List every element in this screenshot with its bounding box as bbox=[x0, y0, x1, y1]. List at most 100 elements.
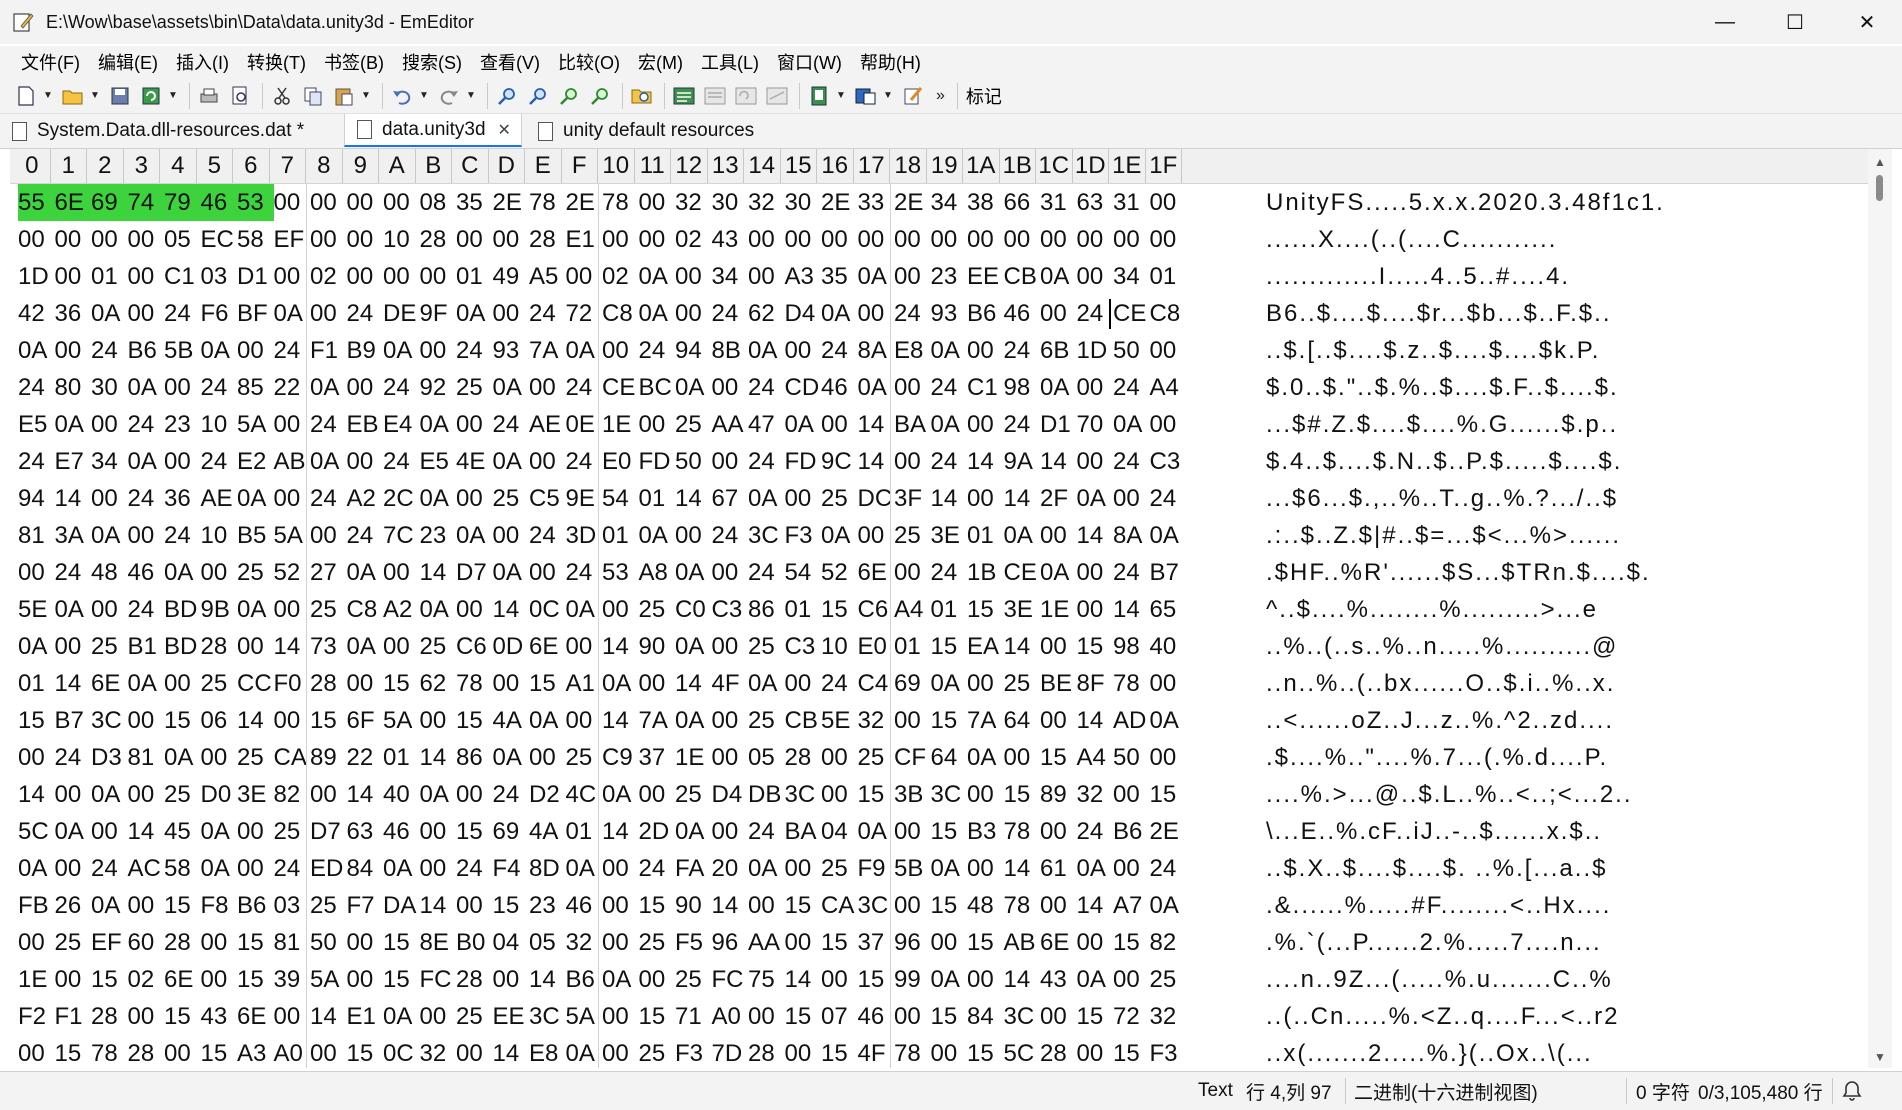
hex-byte[interactable]: 01 bbox=[967, 517, 997, 554]
new-dropdown-icon[interactable]: ▼ bbox=[43, 82, 53, 110]
hex-byte[interactable]: 0A bbox=[201, 813, 231, 850]
redo-icon[interactable] bbox=[435, 82, 463, 110]
hex-byte[interactable]: 00 bbox=[858, 517, 888, 554]
open-folder-icon[interactable] bbox=[59, 82, 87, 110]
hex-byte[interactable]: 15 bbox=[383, 924, 413, 961]
hex-byte[interactable]: 00 bbox=[967, 850, 997, 887]
hex-byte[interactable]: 0A bbox=[529, 702, 559, 739]
hex-byte[interactable]: 24 bbox=[529, 517, 559, 554]
hex-byte[interactable]: F5 bbox=[675, 924, 705, 961]
hex-byte[interactable]: 0A bbox=[639, 295, 669, 332]
hex-byte[interactable]: 00 bbox=[456, 776, 486, 813]
hex-byte[interactable]: 00 bbox=[91, 591, 121, 628]
hex-byte[interactable]: 0A bbox=[931, 961, 961, 998]
hex-byte[interactable]: 00 bbox=[712, 628, 742, 665]
hex-byte[interactable]: FD bbox=[785, 443, 817, 480]
hex-byte[interactable]: 00 bbox=[1040, 702, 1070, 739]
ascii-text[interactable]: ..%..(..s..%..n.....%..........@ bbox=[1266, 628, 1618, 665]
hex-byte[interactable]: 00 bbox=[18, 221, 48, 258]
hex-byte[interactable]: 6E bbox=[529, 628, 559, 665]
hex-byte[interactable]: 0A bbox=[1040, 369, 1070, 406]
hex-byte[interactable]: 14 bbox=[1004, 480, 1034, 517]
hex-byte[interactable]: 30 bbox=[712, 184, 742, 221]
hex-byte[interactable]: 00 bbox=[931, 924, 961, 961]
hex-byte[interactable]: 25 bbox=[55, 924, 85, 961]
hex-byte[interactable]: 15 bbox=[967, 591, 997, 628]
hex-byte[interactable]: 00 bbox=[821, 961, 851, 998]
hex-byte[interactable]: 98 bbox=[1113, 628, 1143, 665]
hex-byte[interactable]: B9 bbox=[347, 332, 377, 369]
hex-byte[interactable]: BD bbox=[164, 628, 197, 665]
hex-byte[interactable]: 00 bbox=[675, 258, 705, 295]
hex-byte[interactable]: 00 bbox=[894, 887, 924, 924]
hex-byte[interactable]: 00 bbox=[18, 739, 48, 776]
hex-byte[interactable]: 01 bbox=[639, 480, 669, 517]
hex-byte[interactable]: E5 bbox=[420, 443, 450, 480]
ascii-text[interactable]: ^..$....%........%.........>...e bbox=[1266, 591, 1598, 628]
hex-byte[interactable]: 0A bbox=[821, 295, 851, 332]
hex-byte[interactable]: E4 bbox=[383, 406, 413, 443]
status-char-count[interactable]: 0 字符 bbox=[1636, 1072, 1690, 1110]
hex-row[interactable]: 5C 0A 00 14 45 0A 00 25 D7 63 46 00 15 69 4A 01 14 2D 0A 00… bbox=[10, 813, 1874, 850]
hex-byte[interactable]: 05 bbox=[164, 221, 194, 258]
ascii-text[interactable]: ....%.>...@..$.L..%..<..;<...2.. bbox=[1266, 776, 1633, 813]
hex-byte[interactable]: F0 bbox=[274, 665, 304, 702]
hex-byte[interactable]: 24 bbox=[1004, 406, 1034, 443]
hex-byte[interactable]: 6E bbox=[164, 961, 194, 998]
hex-row[interactable]: 00 24 48 46 0A 00 25 52 27 0A 00 14 D7 0A 00 24 53 A8 0A 00… bbox=[10, 554, 1874, 591]
hex-byte[interactable]: 00 bbox=[493, 665, 523, 702]
hex-byte[interactable]: 42 bbox=[18, 295, 48, 332]
hex-byte[interactable]: 0C bbox=[529, 591, 560, 628]
hex-byte[interactable]: 0A bbox=[91, 887, 121, 924]
hex-byte[interactable]: E8 bbox=[529, 1035, 559, 1068]
hex-byte[interactable]: 15 bbox=[164, 887, 194, 924]
ascii-text[interactable]: ..x(.......2.....%.}(..Ox..\(... bbox=[1266, 1035, 1593, 1068]
hex-byte[interactable]: 3A bbox=[55, 517, 85, 554]
hex-byte[interactable]: 28 bbox=[164, 924, 194, 961]
hex-byte[interactable]: 0A bbox=[91, 295, 121, 332]
hex-byte[interactable]: B1 bbox=[128, 628, 158, 665]
hex-byte[interactable]: 00 bbox=[310, 184, 340, 221]
hex-byte[interactable]: 26 bbox=[55, 887, 85, 924]
hex-byte[interactable]: 00 bbox=[1113, 850, 1143, 887]
hex-byte[interactable]: 00 bbox=[566, 258, 596, 295]
hex-byte[interactable]: 00 bbox=[748, 887, 778, 924]
hex-byte[interactable]: EA bbox=[967, 628, 999, 665]
hex-byte[interactable]: 78 bbox=[1004, 887, 1034, 924]
hex-byte[interactable]: 80 bbox=[55, 369, 85, 406]
hex-byte[interactable]: 0E bbox=[566, 406, 596, 443]
hex-byte[interactable]: 14 bbox=[858, 443, 888, 480]
hex-byte[interactable]: 00 bbox=[274, 998, 304, 1035]
hex-byte[interactable]: CE bbox=[602, 369, 635, 406]
hex-byte[interactable]: 32 bbox=[420, 1035, 450, 1068]
hex-byte[interactable]: 15 bbox=[1040, 739, 1070, 776]
hex-byte[interactable]: 00 bbox=[602, 998, 632, 1035]
hex-byte[interactable]: 69 bbox=[91, 184, 128, 221]
hex-byte[interactable]: 04 bbox=[493, 924, 523, 961]
hex-byte[interactable]: 0A bbox=[1150, 517, 1180, 554]
hex-byte[interactable]: 0A bbox=[858, 813, 888, 850]
hex-byte[interactable]: 00 bbox=[785, 665, 815, 702]
hex-byte[interactable]: 53 bbox=[237, 184, 274, 221]
hex-byte[interactable]: AA bbox=[712, 406, 744, 443]
hex-byte[interactable]: 40 bbox=[1150, 628, 1180, 665]
hex-byte[interactable]: 02 bbox=[310, 258, 340, 295]
hex-row[interactable]: 5E 0A 00 24 BD 9B 0A 00 25 C8 A2 0A 00 14 0C 0A 00 25 C0 C3… bbox=[10, 591, 1874, 628]
hex-byte[interactable]: 15 bbox=[821, 924, 851, 961]
encoding-icon[interactable] bbox=[852, 82, 880, 110]
wrap-window-icon[interactable] bbox=[701, 82, 729, 110]
hex-byte[interactable]: 15 bbox=[237, 924, 267, 961]
hex-byte[interactable]: 00 bbox=[894, 998, 924, 1035]
hex-byte[interactable]: 14 bbox=[310, 998, 340, 1035]
hex-byte[interactable]: D1 bbox=[237, 258, 268, 295]
hex-byte[interactable]: 69 bbox=[493, 813, 523, 850]
hex-byte[interactable]: 01 bbox=[894, 628, 924, 665]
hex-byte[interactable]: 00 bbox=[1150, 739, 1180, 776]
hex-byte[interactable]: CA bbox=[821, 887, 854, 924]
hex-byte[interactable]: 00 bbox=[55, 221, 85, 258]
hex-byte[interactable]: 5A bbox=[237, 406, 267, 443]
hex-byte[interactable]: 00 bbox=[18, 554, 48, 591]
ascii-text[interactable]: ....n..9Z...(.....%.u.......C..% bbox=[1266, 961, 1613, 998]
hex-byte[interactable]: 08 bbox=[420, 184, 450, 221]
hex-byte[interactable]: 7A bbox=[639, 702, 669, 739]
